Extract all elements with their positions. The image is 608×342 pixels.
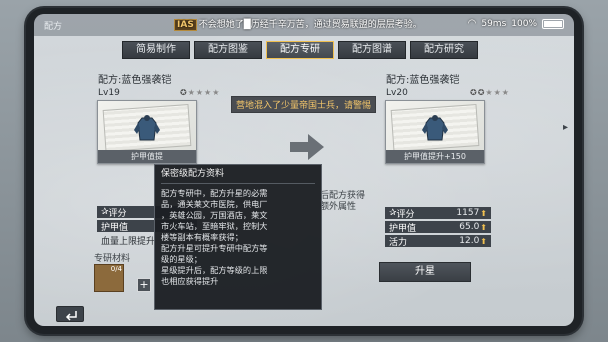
- tab-simple-craft[interactable]: 简易制作: [122, 41, 190, 59]
- material-slot[interactable]: 0/4: [94, 264, 124, 292]
- battery-percent: 100%: [511, 18, 537, 29]
- right-rating-label: 评分: [396, 209, 415, 220]
- right-card-level: Lv20: [386, 88, 408, 98]
- left-limit-text: 血量上限提升: [101, 236, 156, 247]
- tab-recipe-catalog[interactable]: 配方图鉴: [194, 41, 262, 59]
- left-card-level: Lv19: [98, 88, 120, 98]
- armor-icon: [134, 115, 160, 141]
- arrow-right-icon: [290, 134, 324, 160]
- tooltip-title: 保密级配方资料: [161, 169, 225, 179]
- right-armor-label: 护甲值: [389, 223, 417, 234]
- tooltip-line: 市火车站，至暗牢狱，控制大: [161, 221, 268, 231]
- back-button[interactable]: [56, 306, 84, 322]
- tooltip-line: 也相应获得提升: [161, 276, 219, 286]
- tooltip-panel: 保密级配方资料 配方专研中，配方升星的必需 品，通关莱文市医院，供电厂 ，英雄公…: [154, 164, 322, 310]
- tab-recipe-study[interactable]: 配方专研: [266, 41, 334, 59]
- star-filled-icon: ✪✪: [470, 88, 486, 97]
- tooltip-line: 级的星级；: [161, 254, 202, 264]
- left-armor-label: 护甲值: [101, 222, 129, 233]
- up-arrow-icon: ⬆: [480, 208, 487, 218]
- tooltip-line: 配方升星可提升专研中配方等: [161, 243, 268, 253]
- star-empty-icon: ★★★★: [187, 88, 221, 97]
- right-armor-row: 护甲值 65.0 ⬆: [385, 221, 491, 234]
- tooltip-line: ，英雄公园，万国酒店，莱文: [161, 210, 268, 220]
- left-card-stars: ✪★★★★: [180, 88, 220, 97]
- left-recipe-image[interactable]: 护甲值提: [97, 100, 197, 164]
- right-recipe-image[interactable]: 护甲值提升+150: [385, 100, 485, 164]
- material-count: 0/4: [110, 265, 122, 273]
- tooltip-line: 配方专研中，配方升星的必需: [161, 188, 268, 198]
- mid-text: 后配方获得 额外属性: [320, 191, 365, 213]
- tooltip-line: 楼等副本有概率获得；: [161, 232, 243, 242]
- material-label: 专研材料: [94, 254, 131, 264]
- right-rating-row: ✰ 评分 1157 ⬆: [385, 207, 491, 220]
- warning-banner: 营地混入了少量帝国士兵，请警惕: [231, 96, 377, 113]
- left-card-title: 配方:蓝色强袭铠: [98, 75, 172, 86]
- up-arrow-icon: ⬆: [480, 236, 487, 246]
- game-screen: 配方 IAS 不会想她了█历经千辛万苦，通过贸易联盟的层层考验。 ◠ 59ms 1…: [34, 14, 574, 326]
- chevron-right-icon[interactable]: ▸: [563, 122, 568, 133]
- wifi-icon: ◠: [467, 18, 477, 29]
- right-recipe-caption: 护甲值提升+150: [386, 150, 484, 163]
- right-rating-value: 1157: [456, 208, 480, 218]
- armor-icon: [422, 115, 448, 141]
- back-arrow-icon: [65, 311, 77, 321]
- tab-recipe-research[interactable]: 配方研究: [410, 41, 478, 59]
- scrolling-notice: IAS 不会想她了█历经千辛万苦，通过贸易联盟的层层考验。: [174, 17, 422, 31]
- rating-icon: ✰: [101, 207, 109, 217]
- up-arrow-icon: ⬆: [480, 222, 487, 232]
- tab-recipe-atlas[interactable]: 配方图谱: [338, 41, 406, 59]
- tooltip-line: 品，通关莱文市医院，供电厂: [161, 199, 268, 209]
- right-vitality-label: 活力: [389, 237, 408, 248]
- left-rating-label: 评分: [108, 208, 127, 219]
- notice-text: 不会想她了█历经千辛万苦，通过贸易联盟的层层考验。: [198, 20, 422, 30]
- star-empty-icon: ★★★: [485, 88, 510, 97]
- star-filled-icon: ✪: [180, 88, 188, 97]
- mid-text-line-2: 额外属性: [320, 202, 357, 212]
- divider: [161, 183, 315, 184]
- tab-bar: 简易制作 配方图鉴 配方专研 配方图谱 配方研究: [122, 41, 478, 59]
- rating-icon: ✰: [389, 208, 397, 218]
- right-vitality-row: 活力 12.0 ⬆: [385, 235, 491, 248]
- add-material-button[interactable]: +: [137, 278, 151, 292]
- notice-tag: IAS: [174, 19, 197, 31]
- latency: 59ms: [481, 18, 507, 29]
- mid-text-line-1: 后配方获得: [320, 191, 366, 201]
- promote-star-button[interactable]: 升星: [379, 262, 471, 282]
- right-armor-value: 65.0: [459, 222, 480, 232]
- left-recipe-caption: 护甲值提: [98, 150, 196, 163]
- right-card-title: 配方:蓝色强袭铠: [386, 75, 460, 86]
- right-card-stars: ✪✪★★★: [470, 88, 510, 97]
- tooltip-line: 星级提升后，配方等级的上限: [161, 265, 268, 275]
- right-vitality-value: 12.0: [459, 236, 480, 246]
- window-title: 配方: [44, 22, 63, 32]
- status-bar: ◠ 59ms 100%: [468, 18, 564, 29]
- battery-icon: [542, 18, 564, 29]
